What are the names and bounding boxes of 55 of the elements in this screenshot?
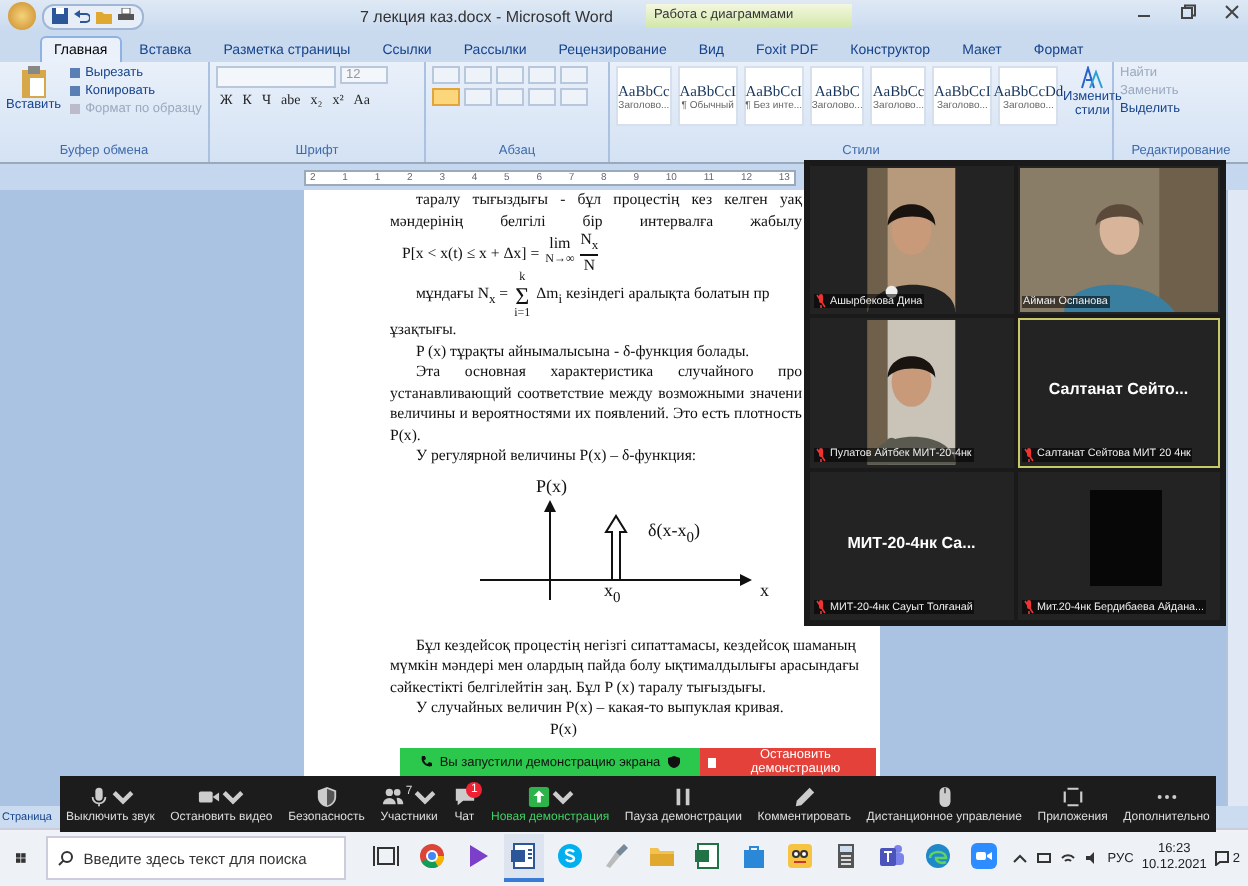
video-camera-icon xyxy=(969,842,998,870)
spreadsheet-icon xyxy=(693,842,722,870)
search-icon xyxy=(57,850,74,866)
scrollbar[interactable] xyxy=(1226,190,1248,806)
office-button[interactable] xyxy=(8,2,36,30)
taskbar-app[interactable] xyxy=(503,834,544,882)
browser-wave-icon xyxy=(923,842,952,870)
task-view-icon xyxy=(371,842,400,870)
muted-microphone-icon xyxy=(816,447,826,462)
document-icon xyxy=(509,842,538,870)
browser-icon xyxy=(417,842,446,870)
folder-icon xyxy=(647,842,676,870)
phone-icon xyxy=(419,756,432,768)
upload-arrow-icon xyxy=(527,785,550,807)
shopping-bag-icon xyxy=(739,842,768,870)
close-icon[interactable] xyxy=(1224,4,1240,20)
apps-icon xyxy=(1061,785,1084,807)
muted-microphone-icon xyxy=(816,294,826,309)
printer-icon[interactable] xyxy=(118,8,134,24)
cartoon-icon xyxy=(785,842,814,870)
undo-icon[interactable] xyxy=(74,8,90,24)
brush-icon xyxy=(601,842,630,870)
folder-icon[interactable] xyxy=(96,8,112,24)
microphone-icon xyxy=(87,785,110,807)
chat-circle-icon xyxy=(555,842,584,870)
pause-icon xyxy=(672,785,695,807)
notification-icon xyxy=(1214,850,1231,866)
restore-icon[interactable] xyxy=(1180,4,1196,20)
copy-icon xyxy=(67,84,82,98)
video-frame xyxy=(1089,489,1161,586)
battery-icon[interactable] xyxy=(1035,850,1052,866)
wifi-icon[interactable] xyxy=(1059,850,1076,866)
scissors-icon xyxy=(67,66,82,80)
muted-microphone-icon xyxy=(1023,447,1033,462)
muted-microphone-icon xyxy=(1023,600,1033,614)
axis-label: P(x) xyxy=(536,475,567,495)
function-label: δ(x-x$_{0}$) xyxy=(648,519,700,545)
clipboard-icon xyxy=(19,66,48,98)
axis-label: x xyxy=(760,579,769,599)
window-title: 7 лекция каз.docx - Microsoft Word xyxy=(360,8,613,26)
save-icon[interactable] xyxy=(52,8,68,24)
muted-microphone-icon xyxy=(816,600,826,614)
brush-icon xyxy=(67,102,82,116)
participant-name: Салтанат Сейто... xyxy=(1046,380,1191,399)
axis-label: x$_{0}$ xyxy=(604,579,621,607)
participant-name: МИТ-20-4нк Са... xyxy=(845,533,978,552)
shield-icon xyxy=(315,785,338,807)
speaker-icon[interactable] xyxy=(1083,850,1100,866)
letters-icon xyxy=(1080,66,1105,90)
font-name-field[interactable] xyxy=(216,66,336,88)
team-icon xyxy=(877,842,906,870)
impulse-arrow xyxy=(604,513,628,580)
chevron-up-icon[interactable] xyxy=(1011,850,1028,866)
shield-icon xyxy=(668,756,681,768)
people-icon xyxy=(381,785,404,807)
